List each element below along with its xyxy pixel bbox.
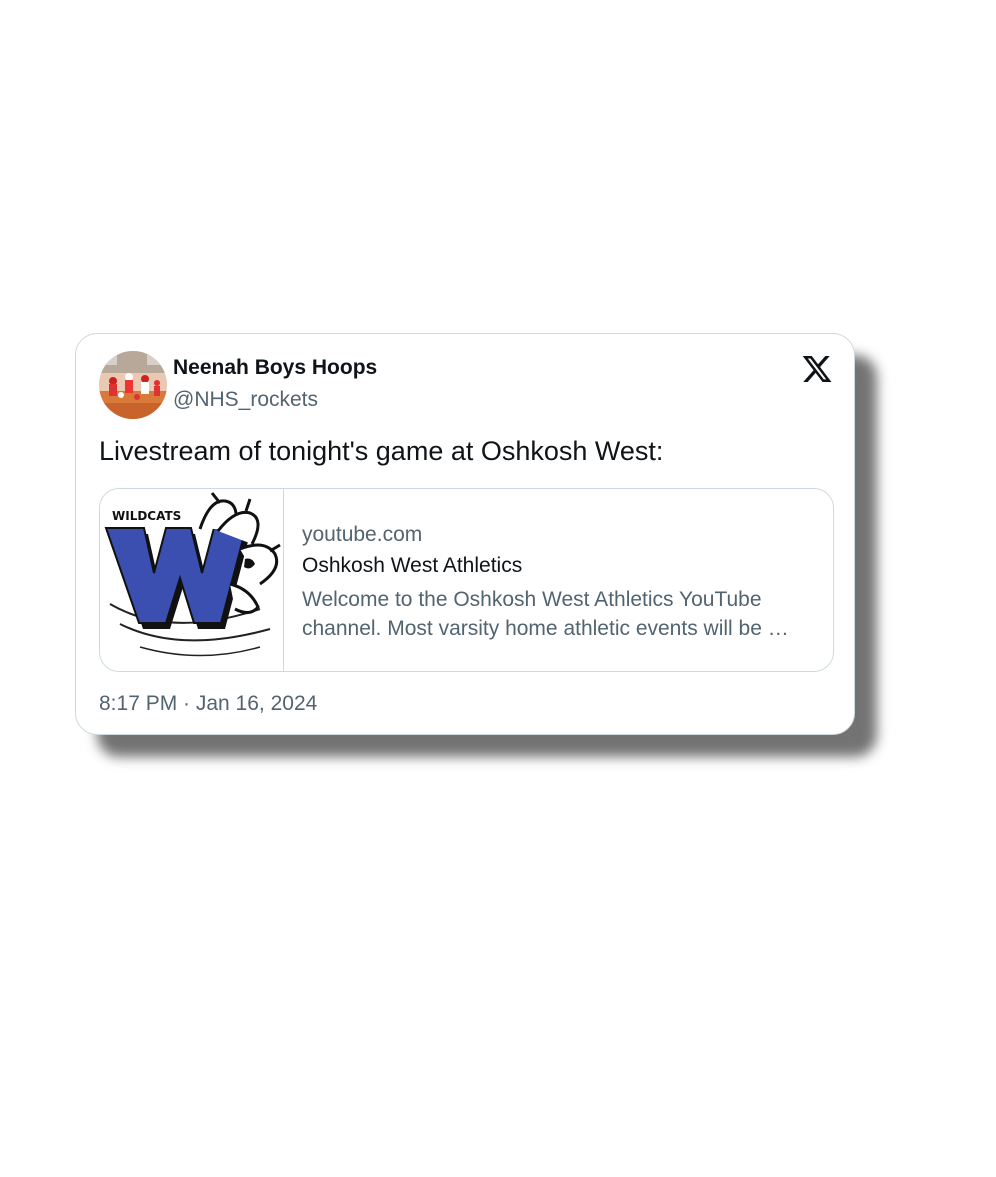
link-thumbnail[interactable]: WILDCATS	[100, 489, 284, 671]
tweet-timestamp[interactable]: 8:17 PM · Jan 16, 2024	[99, 692, 317, 716]
link-description-line: Welcome to the Oshkosh West Athletics Yo…	[302, 588, 762, 611]
link-title[interactable]: Oshkosh West Athletics	[302, 554, 522, 578]
x-logo-icon[interactable]	[801, 353, 833, 385]
thumbnail-logo-text: WILDCATS	[112, 509, 181, 523]
wildcats-w-claw-logo-icon: WILDCATS	[104, 492, 281, 657]
author-name[interactable]: Neenah Boys Hoops	[173, 356, 377, 380]
link-description-line: channel. Most varsity home athletic even…	[302, 617, 789, 640]
avatar[interactable]	[99, 351, 167, 419]
link-preview-card[interactable]: WILDCATS youtube.com Oshkosh West Athlet…	[99, 488, 834, 672]
author-handle[interactable]: @NHS_rockets	[173, 388, 318, 412]
page: Neenah Boys Hoops @NHS_rockets Livestrea…	[0, 0, 996, 1177]
tweet-text: Livestream of tonight's game at Oshkosh …	[99, 436, 664, 466]
tweet-card[interactable]: Neenah Boys Hoops @NHS_rockets Livestrea…	[75, 333, 855, 735]
link-description: Welcome to the Oshkosh West Athletics Yo…	[302, 585, 812, 643]
link-domain[interactable]: youtube.com	[302, 523, 422, 547]
